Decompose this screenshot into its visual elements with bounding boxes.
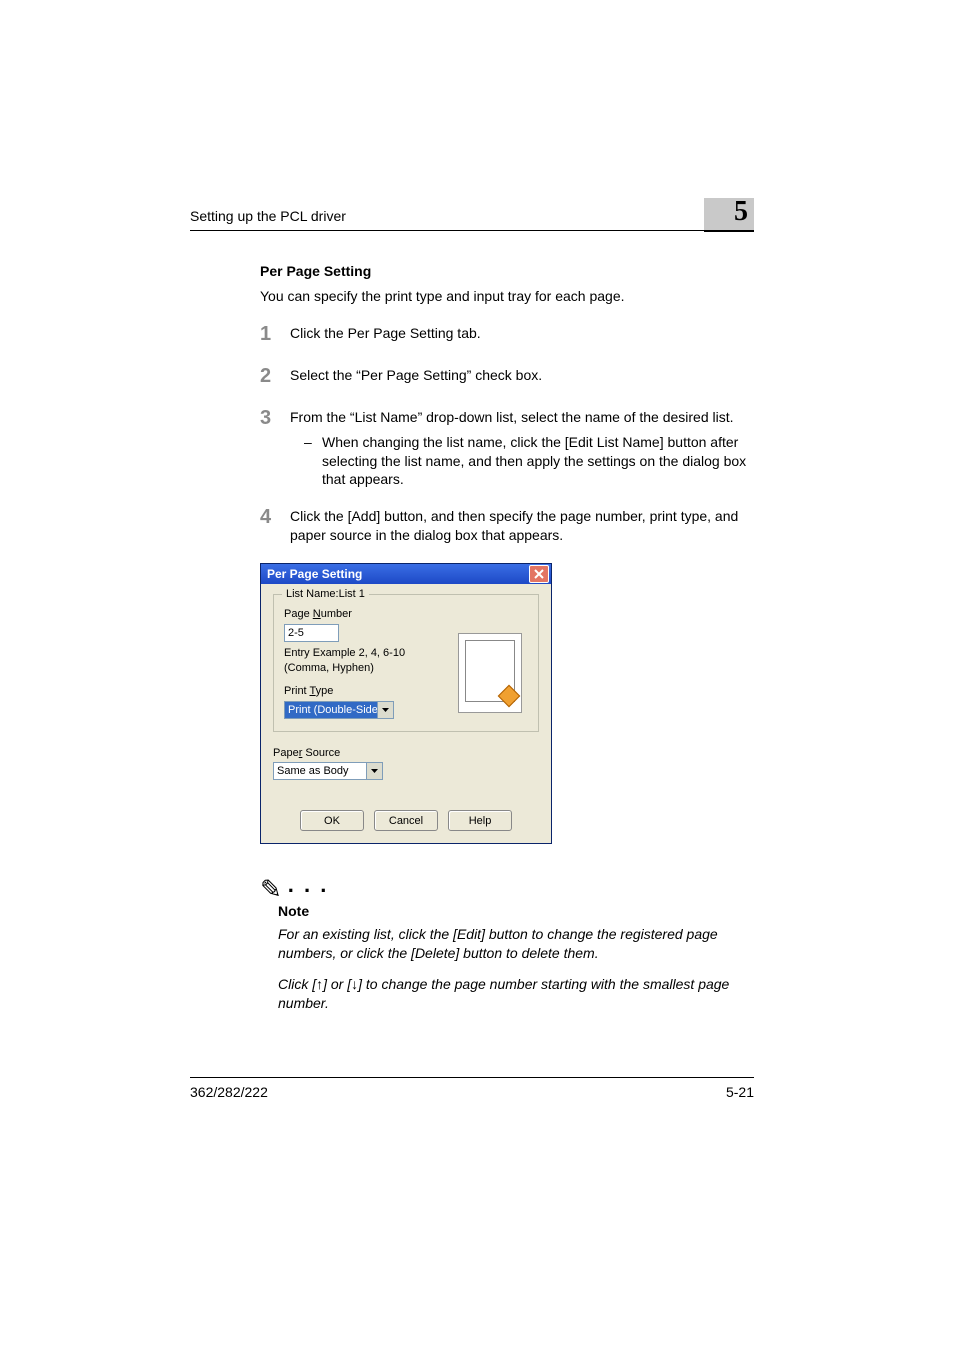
- dialog-titlebar[interactable]: Per Page Setting: [261, 564, 551, 584]
- step-4-text: Click the [Add] button, and then specify…: [290, 507, 754, 545]
- paper-source-select[interactable]: Same as Body: [273, 762, 383, 780]
- chevron-down-icon: [366, 763, 382, 779]
- running-header: Setting up the PCL driver: [190, 208, 346, 224]
- content: Per Page Setting You can specify the pri…: [260, 262, 754, 1024]
- section-intro: You can specify the print type and input…: [260, 287, 754, 306]
- step-3-sub-text: When changing the list name, click the […: [322, 433, 754, 490]
- section-heading: Per Page Setting: [260, 262, 754, 281]
- note-label: Note: [278, 902, 754, 921]
- paper-source-value: Same as Body: [274, 763, 366, 779]
- dialog-body: List Name:List 1 Page Number Entry Examp…: [261, 584, 551, 843]
- list-fieldset: List Name:List 1 Page Number Entry Examp…: [273, 594, 539, 731]
- page-preview: [458, 633, 522, 713]
- footer-right: 5-21: [726, 1084, 754, 1100]
- chapter-number: 5: [734, 196, 748, 228]
- step-2-text: Select the “Per Page Setting” check box.: [290, 366, 754, 385]
- step-2: 2 Select the “Per Page Setting” check bo…: [260, 366, 754, 390]
- page-number-input[interactable]: [284, 624, 339, 642]
- footer-rule: [190, 1077, 754, 1078]
- note-header: ✎ . . .: [260, 872, 754, 902]
- step-3-body: From the “List Name” drop-down list, sel…: [290, 408, 754, 490]
- footer-left: 362/282/222: [190, 1084, 268, 1100]
- note-body-2: Click [↑] or [↓] to change the page numb…: [278, 975, 754, 1013]
- step-1: 1 Click the Per Page Setting tab.: [260, 324, 754, 348]
- paper-source-label: Paper Source: [273, 746, 539, 761]
- header-rule: [190, 230, 754, 231]
- list-legend: List Name:List 1: [282, 587, 369, 602]
- print-type-select[interactable]: Print (Double-Sided): [284, 701, 394, 719]
- step-1-text: Click the Per Page Setting tab.: [290, 324, 754, 343]
- ok-button[interactable]: OK: [300, 810, 364, 831]
- step-3-number: 3: [260, 405, 290, 432]
- step-3-sub: – When changing the list name, click the…: [290, 433, 754, 490]
- step-3-sub-dash: –: [304, 433, 322, 490]
- step-1-number: 1: [260, 321, 290, 348]
- close-button[interactable]: [529, 565, 549, 583]
- dialog-title: Per Page Setting: [267, 566, 362, 582]
- step-3: 3 From the “List Name” drop-down list, s…: [260, 408, 754, 490]
- note-body-1: For an existing list, click the [Edit] b…: [278, 925, 754, 963]
- note-dots: . . .: [288, 870, 329, 900]
- step-4: 4 Click the [Add] button, and then speci…: [260, 507, 754, 545]
- dialog-button-row: OK Cancel Help: [273, 810, 539, 831]
- chevron-down-icon: [377, 702, 393, 718]
- print-type-value: Print (Double-Sided): [285, 702, 377, 718]
- cancel-button[interactable]: Cancel: [374, 810, 438, 831]
- step-3-text: From the “List Name” drop-down list, sel…: [290, 409, 734, 425]
- help-button[interactable]: Help: [448, 810, 512, 831]
- close-icon: [534, 569, 544, 579]
- step-2-number: 2: [260, 363, 290, 390]
- per-page-setting-dialog: Per Page Setting List Name:List 1 Page N…: [260, 563, 552, 844]
- step-4-number: 4: [260, 504, 290, 531]
- chapter-badge: 5: [704, 198, 754, 232]
- page: Setting up the PCL driver 5 Per Page Set…: [0, 0, 954, 1350]
- note-icon: ✎: [260, 876, 282, 902]
- page-number-label: Page Number: [284, 607, 528, 622]
